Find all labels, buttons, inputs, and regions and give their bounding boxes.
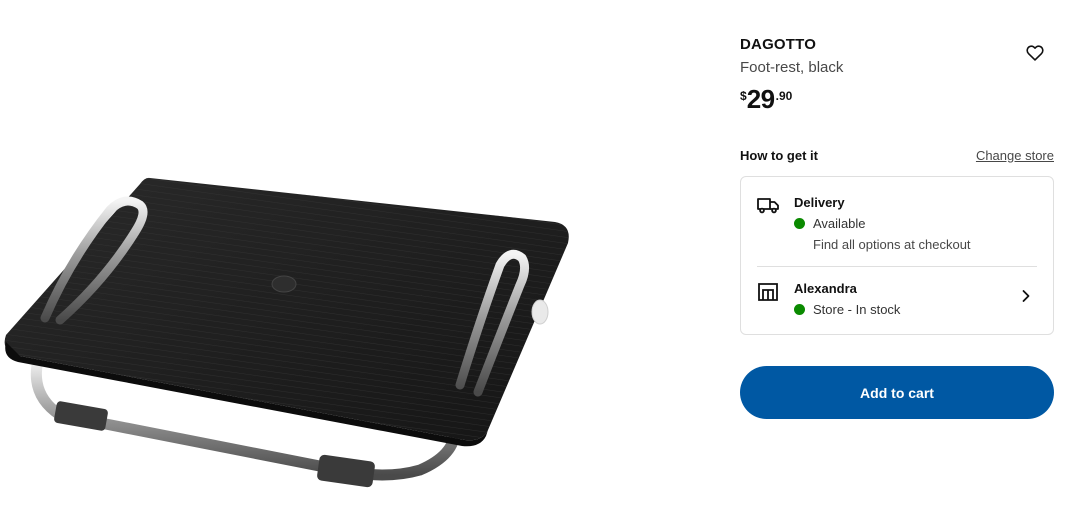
delivery-title: Delivery	[794, 195, 845, 210]
delivery-note: Find all options at checkout	[813, 237, 971, 252]
store-status: Store - In stock	[794, 302, 900, 317]
availability-header: How to get it Change store	[740, 148, 1054, 163]
price-integer: 29	[746, 84, 775, 114]
product-image	[0, 0, 700, 508]
store-status-text: Store - In stock	[813, 302, 901, 317]
change-store-link[interactable]: Change store	[976, 148, 1054, 163]
product-price: $ 29 .90	[740, 86, 1054, 112]
favorite-button[interactable]	[1022, 41, 1048, 65]
add-to-cart-button[interactable]: Add to cart	[740, 366, 1054, 419]
price-decimal: .90	[775, 89, 793, 103]
availability-title: How to get it	[740, 148, 818, 163]
delivery-row: Delivery Available Find all options at c…	[741, 177, 1053, 267]
chevron-right-icon	[1022, 290, 1030, 302]
store-row[interactable]: Alexandra Store - In stock	[741, 267, 1053, 335]
heart-outline-icon	[1026, 45, 1044, 61]
availability-box: Delivery Available Find all options at c…	[740, 176, 1054, 335]
product-description: Foot-rest, black	[740, 59, 844, 76]
store-icon	[758, 283, 778, 301]
status-dot-icon	[794, 218, 805, 229]
delivery-status-text: Available	[813, 216, 866, 231]
product-name: DAGOTTO	[740, 36, 817, 53]
price-currency: $	[740, 89, 747, 103]
store-name: Alexandra	[794, 281, 857, 296]
status-dot-icon	[794, 304, 805, 315]
delivery-status: Available	[794, 216, 866, 231]
delivery-truck-icon	[757, 198, 779, 214]
product-details: DAGOTTO Foot-rest, black $ 29 .90	[740, 36, 1054, 112]
